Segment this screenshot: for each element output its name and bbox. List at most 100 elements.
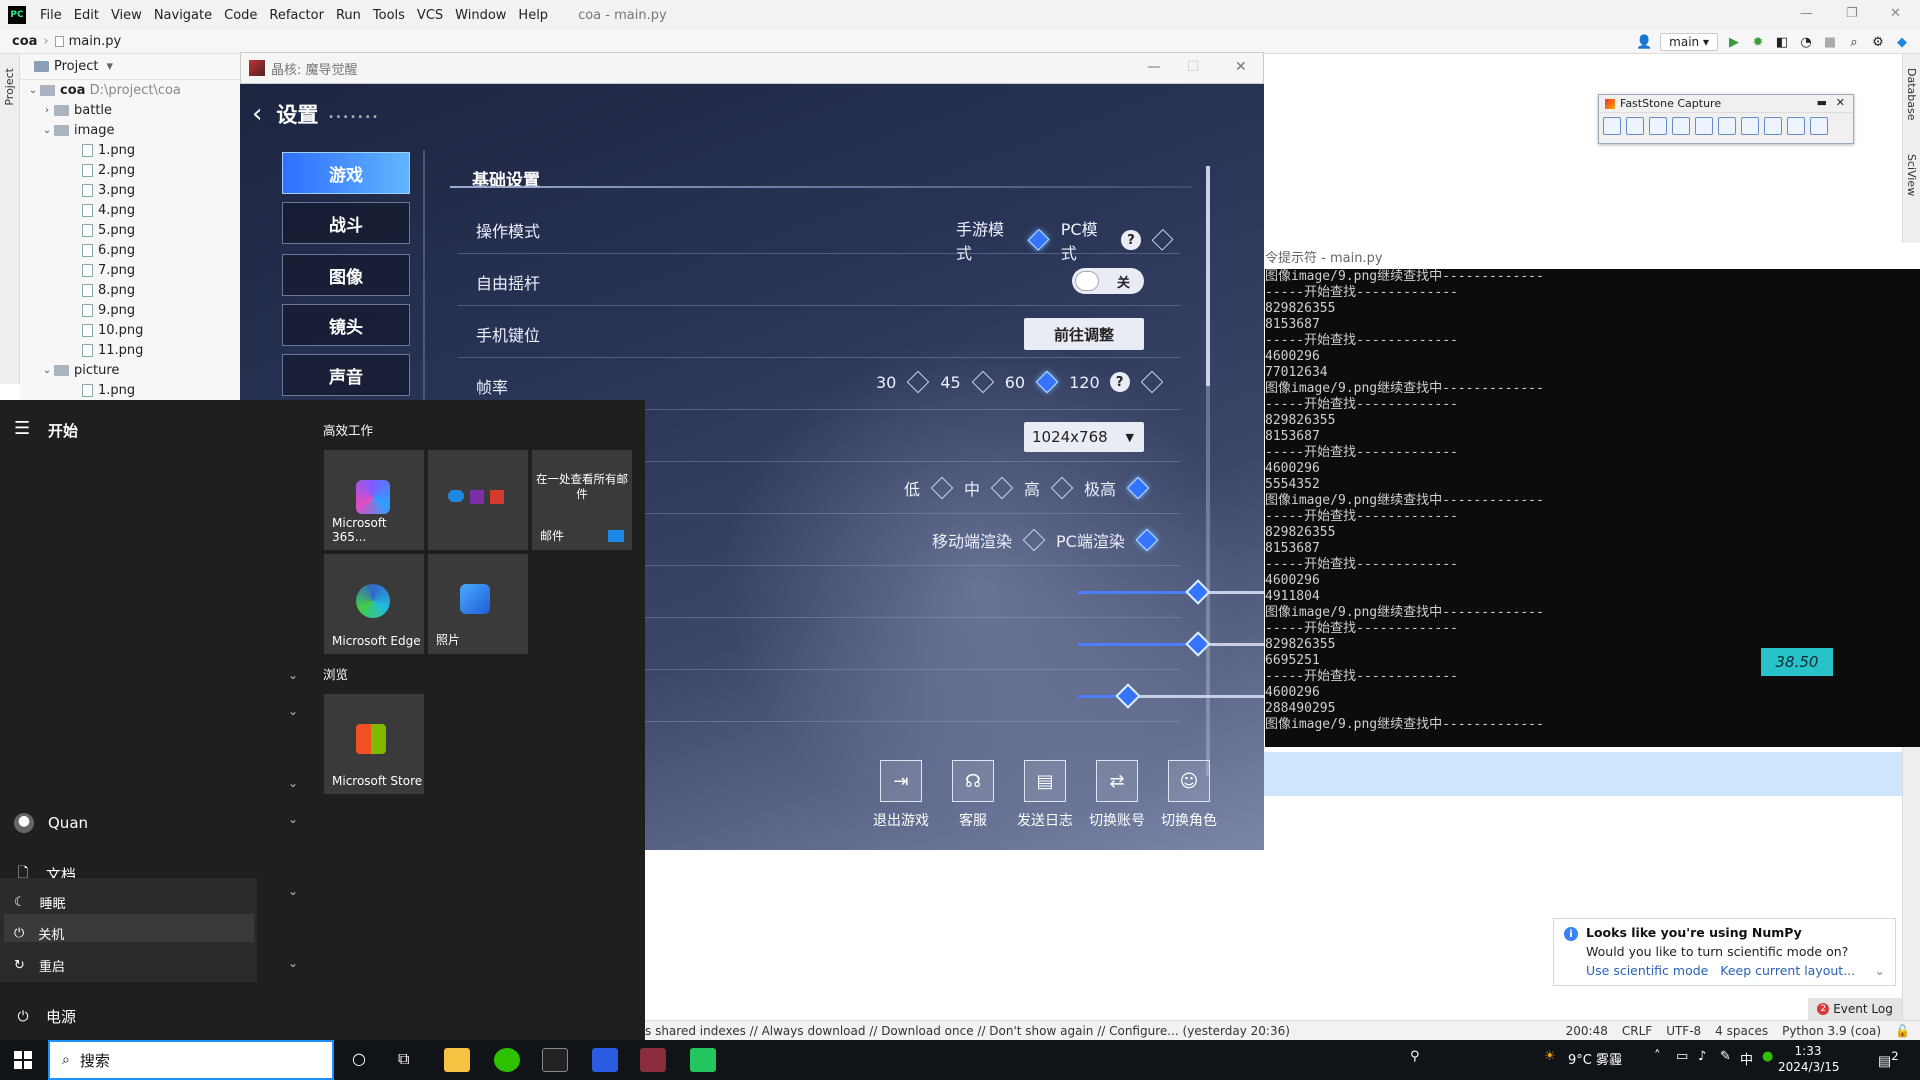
menu-file[interactable]: File xyxy=(34,8,68,23)
task-view-icon[interactable]: ⧉ xyxy=(398,1049,409,1069)
taskbar-clock[interactable]: 1:33 2024/3/15 xyxy=(1778,1043,1840,1075)
tree-file[interactable]: 3.png xyxy=(20,180,240,200)
hamburger-icon[interactable]: ☰ xyxy=(14,418,30,439)
switch-account-button[interactable]: ⇄ 切换账号 xyxy=(1088,760,1146,830)
tile-microsoft-store[interactable]: Microsoft Store xyxy=(324,694,424,794)
fps-30-radio[interactable] xyxy=(907,370,930,394)
menu-edit[interactable]: Edit xyxy=(68,8,105,23)
pycharm-taskbar-icon[interactable] xyxy=(690,1048,716,1072)
minimize-icon[interactable]: — xyxy=(1147,59,1161,75)
python-interpreter[interactable]: Python 3.9 (coa) xyxy=(1782,1024,1881,1038)
chevron-down-icon[interactable]: ⌄ xyxy=(40,125,54,136)
setting-slider[interactable] xyxy=(1078,683,1264,709)
resolution-select[interactable]: 1024x768 ▼ xyxy=(1024,422,1144,452)
tile-office-apps[interactable] xyxy=(428,450,528,550)
setting-slider[interactable] xyxy=(1078,631,1264,657)
profile-icon[interactable]: ◔ xyxy=(1798,34,1814,50)
power-button[interactable]: ⏻ 电源 xyxy=(14,1006,76,1027)
menu-window[interactable]: Window xyxy=(449,8,512,23)
scrollbar-thumb[interactable] xyxy=(1206,166,1210,386)
ime-indicator[interactable]: 中 xyxy=(1740,1049,1753,1068)
tree-file[interactable]: 9.png xyxy=(20,300,240,320)
cmd-window-title[interactable]: 令提示符 - main.py xyxy=(1265,243,1920,269)
tree-folder-battle[interactable]: › battle xyxy=(20,100,240,120)
go-adjust-button[interactable]: 前往调整 xyxy=(1024,318,1144,350)
quality-high-radio[interactable] xyxy=(1050,476,1074,500)
capture-freehand-icon[interactable] xyxy=(1672,117,1690,135)
taskbar-search-input[interactable]: ⌕ 搜索 xyxy=(48,1040,334,1080)
breadcrumb-file[interactable]: main.py xyxy=(69,34,122,49)
group-title-productivity[interactable]: 高效工作 xyxy=(323,420,373,439)
event-log-button[interactable]: 2 Event Log xyxy=(1808,998,1902,1020)
jetbrains-icon[interactable]: ◆ xyxy=(1894,34,1910,50)
slider-thumb[interactable] xyxy=(1115,683,1141,709)
chevron-down-icon[interactable]: ⌄ xyxy=(288,704,298,718)
joystick-toggle[interactable]: 关 xyxy=(1072,268,1144,294)
setting-slider[interactable] xyxy=(1078,579,1264,605)
fps-45-radio[interactable] xyxy=(971,370,995,394)
pen-icon[interactable]: ✎ xyxy=(1720,1049,1731,1064)
chevron-down-icon[interactable]: ⌄ xyxy=(288,956,298,970)
close-icon[interactable]: ✕ xyxy=(1890,6,1901,21)
people-icon[interactable]: ⚲ xyxy=(1410,1049,1420,1064)
tree-file[interactable]: 11.png xyxy=(20,340,240,360)
fps-60-radio[interactable] xyxy=(1035,370,1059,394)
capture-region-icon[interactable] xyxy=(1649,117,1667,135)
settings-scrollbar[interactable] xyxy=(1206,166,1210,776)
indent-setting[interactable]: 4 spaces xyxy=(1715,1024,1768,1038)
weather-text[interactable]: 9°C 雾霾 xyxy=(1568,1049,1622,1068)
tab-sound[interactable]: 声音 xyxy=(282,354,410,396)
chevron-down-icon[interactable]: ⌄ xyxy=(288,884,298,898)
user-account[interactable]: ● Quan xyxy=(14,813,88,833)
database-tool-tab[interactable]: Database xyxy=(1905,68,1918,121)
tile-microsoft-edge[interactable]: Microsoft Edge xyxy=(324,554,424,654)
menu-refactor[interactable]: Refactor xyxy=(263,8,330,23)
chevron-right-icon[interactable]: › xyxy=(40,105,54,116)
game-window-titlebar[interactable]: 晶核: 魔导觉醒 — ☐ ✕ xyxy=(240,52,1264,84)
menu-code[interactable]: Code xyxy=(218,8,263,23)
status-message[interactable]: s shared indexes // Always download // D… xyxy=(645,1024,1290,1038)
close-icon[interactable]: ✕ xyxy=(1235,59,1247,75)
tree-folder-image[interactable]: ⌄ image xyxy=(20,120,240,140)
coverage-icon[interactable]: ◧ xyxy=(1774,34,1790,50)
terminal-icon[interactable] xyxy=(542,1048,568,1072)
menu-tools[interactable]: Tools xyxy=(367,8,411,23)
sciview-tool-tab[interactable]: SciView xyxy=(1905,154,1918,196)
render-mobile-radio[interactable] xyxy=(1022,528,1046,552)
minimize-icon[interactable]: ▬ xyxy=(1817,96,1827,109)
keep-layout-link[interactable]: Keep current layout... xyxy=(1720,963,1855,978)
shutdown-option[interactable]: ⏻ 关机 xyxy=(14,924,64,943)
settings-icon[interactable] xyxy=(1810,117,1828,135)
chevron-down-icon[interactable]: ⌄ xyxy=(40,365,54,376)
project-view-select[interactable]: Project xyxy=(54,59,98,74)
option-mobile-mode-radio[interactable] xyxy=(1027,228,1051,252)
tree-file[interactable]: 2.png xyxy=(20,160,240,180)
tree-file[interactable]: 8.png xyxy=(20,280,240,300)
tree-file[interactable]: 7.png xyxy=(20,260,240,280)
network-icon[interactable]: ▭ xyxy=(1676,1049,1688,1064)
use-scientific-mode-link[interactable]: Use scientific mode xyxy=(1586,963,1708,978)
quality-ultra-radio[interactable] xyxy=(1126,476,1150,500)
game-app-taskbar-icon[interactable] xyxy=(640,1048,666,1072)
restart-option[interactable]: ↻ 重启 xyxy=(14,956,65,975)
tab-game[interactable]: 游戏 xyxy=(282,152,410,194)
switch-character-button[interactable]: ☺ 切换角色 xyxy=(1160,760,1218,830)
group-title-browse[interactable]: 浏览 xyxy=(323,664,348,683)
file-encoding[interactable]: UTF-8 xyxy=(1666,1024,1701,1038)
file-explorer-icon[interactable] xyxy=(444,1048,470,1072)
debug-icon[interactable]: ✹ xyxy=(1750,34,1766,50)
output-icon[interactable] xyxy=(1787,117,1805,135)
tree-file[interactable]: 6.png xyxy=(20,240,240,260)
app-tray-icon[interactable]: ● xyxy=(1762,1049,1773,1064)
tree-root[interactable]: ⌄ coa D:\project\coa xyxy=(20,80,240,100)
render-pc-radio[interactable] xyxy=(1135,528,1159,552)
maximize-icon[interactable]: ☐ xyxy=(1187,59,1200,75)
windows-start-button[interactable] xyxy=(14,1051,32,1069)
screen-record-icon[interactable] xyxy=(1741,117,1759,135)
chevron-down-icon[interactable]: ⌄ xyxy=(1875,963,1885,978)
tab-battle[interactable]: 战斗 xyxy=(282,202,410,244)
chevron-down-icon[interactable]: ▾ xyxy=(106,59,113,74)
project-tool-tab[interactable]: Project xyxy=(3,68,16,106)
cortana-icon[interactable]: ○ xyxy=(352,1049,366,1068)
lock-icon[interactable]: 🔓 xyxy=(1895,1024,1910,1038)
